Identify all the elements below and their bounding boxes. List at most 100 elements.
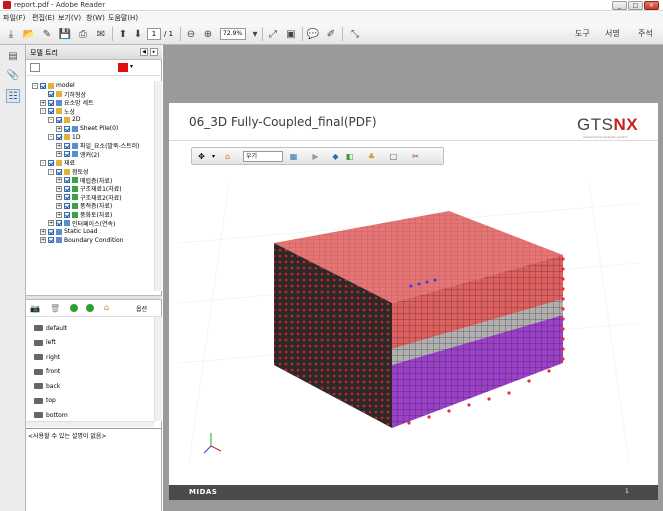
visibility-checkbox[interactable] <box>64 142 70 149</box>
visibility-checkbox[interactable] <box>48 228 54 235</box>
visibility-checkbox[interactable] <box>64 151 70 158</box>
view-item-bottom[interactable]: bottom <box>34 410 68 420</box>
expand-icon[interactable]: + <box>56 142 62 149</box>
expand-icon[interactable]: + <box>40 228 46 235</box>
visibility-checkbox[interactable] <box>64 125 70 132</box>
expand-icon[interactable]: + <box>56 202 62 209</box>
mesh-icon <box>56 99 62 106</box>
close-panel-icon[interactable]: ▸ <box>150 48 158 56</box>
page-number-input[interactable]: 1 <box>147 28 161 40</box>
expand-icon[interactable]: + <box>56 177 62 184</box>
chevron-down-icon[interactable]: ▾ <box>130 63 133 70</box>
visibility-checkbox[interactable] <box>64 202 70 209</box>
collapse-icon[interactable]: - <box>48 134 54 141</box>
toolbar-divider <box>180 27 181 41</box>
3d-model-view[interactable] <box>169 103 658 500</box>
expand-icon[interactable]: + <box>56 125 62 132</box>
view-item-default[interactable]: default <box>34 323 67 333</box>
comment-pane-button[interactable]: 주석 <box>638 28 653 39</box>
visibility-checkbox[interactable] <box>64 194 70 201</box>
collapse-icon[interactable]: - <box>48 116 54 123</box>
camera-icon <box>34 354 43 360</box>
model-tree-icon[interactable]: ☷ <box>6 89 20 103</box>
page-footer: MIDAS 1 <box>169 485 658 500</box>
visibility-checkbox[interactable] <box>48 159 54 166</box>
boundary-icon <box>56 237 62 244</box>
previous-page-icon[interactable]: ⬆ <box>116 27 130 41</box>
sign-pane-button[interactable]: 서명 <box>605 28 620 39</box>
expand-icon[interactable]: + <box>56 194 62 201</box>
visibility-checkbox[interactable] <box>64 177 70 184</box>
view-item-back[interactable]: back <box>34 381 60 391</box>
visibility-checkbox[interactable] <box>48 108 54 115</box>
menu-window[interactable]: 창(W) <box>86 13 105 23</box>
green-dot-icon[interactable] <box>70 304 78 312</box>
create-pdf-icon[interactable]: ⤓ <box>4 27 18 41</box>
view-list-scrollbar[interactable] <box>154 317 162 421</box>
expand-icon[interactable]: + <box>40 99 46 106</box>
expand-icon[interactable]: ⤡ <box>348 27 362 41</box>
menu-edit[interactable]: 편집(E) <box>32 13 55 23</box>
fit-page-icon[interactable]: ⤢ <box>266 27 280 41</box>
zoom-input[interactable]: 72.9% <box>220 28 246 40</box>
zoom-dropdown-icon[interactable]: ▾ <box>248 27 262 41</box>
view-options-button[interactable]: 옵션 <box>136 304 147 313</box>
zoom-in-icon[interactable]: ⊕ <box>201 27 215 41</box>
save-icon[interactable]: 💾 <box>58 27 72 41</box>
highlight-icon[interactable]: ✐ <box>324 27 338 41</box>
expand-icon[interactable]: + <box>56 211 62 218</box>
tools-pane-button[interactable]: 도구 <box>575 28 590 39</box>
zoom-out-icon[interactable]: ⊖ <box>184 27 198 41</box>
collapse-icon[interactable]: - <box>48 168 54 175</box>
color-swatch-icon[interactable] <box>118 63 128 72</box>
green-dot-icon[interactable] <box>86 304 94 312</box>
maximize-button[interactable]: □ <box>628 1 643 10</box>
view-item-right[interactable]: right <box>34 352 60 362</box>
expand-icon[interactable]: + <box>56 185 62 192</box>
menu-file[interactable]: 파일(F) <box>3 13 25 23</box>
options-icon[interactable] <box>30 63 40 72</box>
visibility-checkbox[interactable] <box>64 185 70 192</box>
visibility-checkbox[interactable] <box>56 116 62 123</box>
print-icon[interactable]: ⎙ <box>76 27 90 41</box>
expand-icon[interactable]: + <box>48 220 54 227</box>
home-icon[interactable]: ⌂ <box>104 303 109 312</box>
visibility-checkbox[interactable] <box>48 99 54 106</box>
panel-splitter[interactable] <box>26 295 162 300</box>
visibility-checkbox[interactable] <box>48 237 54 244</box>
collapse-icon[interactable]: - <box>40 108 46 115</box>
visibility-checkbox[interactable] <box>40 82 46 89</box>
menu-view[interactable]: 보기(V) <box>58 13 81 23</box>
expand-icon[interactable]: + <box>40 237 46 244</box>
collapse-panel-icon[interactable]: ◀ <box>140 48 148 56</box>
visibility-checkbox[interactable] <box>48 91 54 98</box>
collapse-icon[interactable]: - <box>40 159 46 166</box>
camera-icon[interactable]: 📷 <box>30 304 40 313</box>
view-item-front[interactable]: front <box>34 367 60 377</box>
open-icon[interactable]: 📂 <box>22 27 36 41</box>
view-list-hscrollbar[interactable] <box>26 421 154 427</box>
next-page-icon[interactable]: ⬇ <box>131 27 145 41</box>
view-item-top[interactable]: top <box>34 396 56 406</box>
collapse-icon[interactable]: - <box>32 82 38 89</box>
tree-item[interactable]: + Boundary Condition <box>40 236 123 245</box>
comment-icon[interactable]: 💬 <box>306 27 320 41</box>
delete-icon[interactable]: 🗑 <box>50 304 60 313</box>
fit-width-icon[interactable]: ▣ <box>284 27 298 41</box>
attachments-icon[interactable]: 📎 <box>6 68 20 82</box>
camera-icon <box>34 325 43 331</box>
page-thumbnails-icon[interactable]: ▤ <box>6 49 20 63</box>
menu-help[interactable]: 도움말(H) <box>108 13 138 23</box>
email-icon[interactable]: ✉ <box>94 27 108 41</box>
visibility-checkbox[interactable] <box>56 168 62 175</box>
view-item-left[interactable]: left <box>34 338 56 348</box>
visibility-checkbox[interactable] <box>56 220 62 227</box>
minimize-button[interactable]: _ <box>612 1 627 10</box>
document-viewer[interactable]: 06_3D Fully-Coupled_final(PDF) GTSNX Geo… <box>163 45 663 511</box>
close-button[interactable]: × <box>644 1 659 10</box>
visibility-checkbox[interactable] <box>56 134 62 141</box>
expand-icon[interactable]: + <box>56 151 62 158</box>
visibility-checkbox[interactable] <box>64 211 70 218</box>
edit-icon[interactable]: ✎ <box>40 27 54 41</box>
tree-scrollbar[interactable] <box>154 81 162 291</box>
